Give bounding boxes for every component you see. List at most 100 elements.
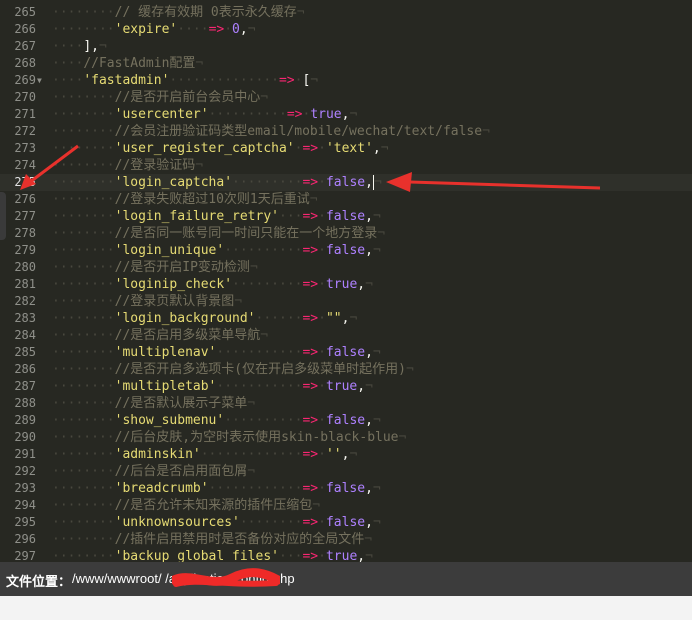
line-number: 294 <box>14 498 36 512</box>
code-line[interactable]: 290 ········//后台皮肤,为空时表示使用skin-black-blue… <box>0 429 692 446</box>
eol-marker: ¬ <box>296 5 305 20</box>
code-text[interactable]: ····//FastAdmin配置¬ <box>52 55 203 72</box>
code-text[interactable]: ········//插件启用禁用时是否备份对应的全局文件¬ <box>52 531 372 548</box>
line-number: 295 <box>14 515 36 529</box>
code-line[interactable]: 289 ········'show_submenu'··········=>·fa… <box>0 412 692 429</box>
code-text[interactable]: ········//是否同一账号同一时间只能在一个地方登录¬ <box>52 225 385 242</box>
line-number: 272 <box>14 124 36 138</box>
code-line[interactable]: 266 ········'expire'····=>·0,¬ <box>0 21 692 38</box>
code-line[interactable]: 280 ········//是否开启IP变动检测¬ <box>0 259 692 276</box>
code-line[interactable]: 286 ········//是否开启多选项卡(仅在开启多级菜单时起作用)¬ <box>0 361 692 378</box>
code-text[interactable]: ········//会员注册验证码类型email/mobile/wechat/t… <box>52 123 490 140</box>
code-token: => <box>302 515 319 530</box>
indent-guide: ········ <box>52 226 115 241</box>
code-text[interactable]: ········'login_unique'··········=>·false… <box>52 242 381 259</box>
code-line[interactable]: 276 ········//登录失败超过10次则1天后重试¬ <box>0 191 692 208</box>
line-number: 285 <box>14 345 36 359</box>
code-token: 'backup_global_files' <box>114 549 279 562</box>
eol-marker: ¬ <box>234 294 243 309</box>
code-line[interactable]: 267 ····],¬ <box>0 38 692 55</box>
indent-guide: ········ <box>52 362 115 377</box>
code-text[interactable]: ········//后台皮肤,为空时表示使用skin-black-blue¬ <box>52 429 406 446</box>
code-line[interactable]: 272 ········//会员注册验证码类型email/mobile/wecha… <box>0 123 692 140</box>
code-text[interactable]: ········//登录页默认背景图¬ <box>52 293 242 310</box>
code-text[interactable]: ········//是否开启前台会员中心¬ <box>52 89 268 106</box>
code-line[interactable]: 269 ▼ ····'fastadmin'··············=>·[¬ <box>0 72 692 89</box>
code-line[interactable]: 295 ········'unknownsources'········=>·fa… <box>0 514 692 531</box>
code-text[interactable]: ········'usercenter'··········=>·true,¬ <box>52 106 357 123</box>
code-text[interactable]: ········'breadcrumb'············=>·false… <box>52 480 381 497</box>
fold-toggle-icon[interactable]: ▼ <box>37 72 42 89</box>
code-token: 'user_register_captcha' <box>114 141 295 156</box>
code-token: · <box>318 345 326 360</box>
code-line[interactable]: 282 ········//登录页默认背景图¬ <box>0 293 692 310</box>
code-token: · <box>224 22 233 37</box>
code-text[interactable]: ········'unknownsources'········=>·false… <box>52 514 381 531</box>
code-text[interactable]: ········'login_background'······=>·"",¬ <box>52 310 357 327</box>
line-number: 271 <box>14 107 36 121</box>
line-number: 269 <box>14 73 36 87</box>
code-text[interactable]: ····'fastadmin'··············=>·[¬ <box>52 72 318 89</box>
line-number: 273 <box>14 141 36 155</box>
code-token: · <box>318 209 326 224</box>
code-text[interactable]: ········//是否默认展示子菜单¬ <box>52 395 255 412</box>
code-line[interactable]: 294 ········//是否允许未知来源的插件压缩包¬ <box>0 497 692 514</box>
code-text[interactable]: ········'login_captcha'·········=>·false… <box>52 174 382 191</box>
code-editor[interactable]: 265 ········// 缓存有效期 0表示永久缓存¬ 266 ········'… <box>0 0 692 562</box>
code-line[interactable]: 278 ········//是否同一账号同一时间只能在一个地方登录¬ <box>0 225 692 242</box>
code-line[interactable]: 291 ········'adminskin'·············=>·''… <box>0 446 692 463</box>
code-text[interactable]: ········'backup_global_files'···=>·true,… <box>52 548 373 562</box>
code-text[interactable]: ········//是否启用多级菜单导航¬ <box>52 327 268 344</box>
code-text[interactable]: ····],¬ <box>52 38 107 55</box>
code-line[interactable]: 285 ········'multiplenav'···········=>·fa… <box>0 344 692 361</box>
code-text[interactable]: ········'adminskin'·············=>·'',¬ <box>52 446 357 463</box>
code-line[interactable]: 279 ········'login_unique'··········=>·fa… <box>0 242 692 259</box>
code-line[interactable]: 284 ········//是否启用多级菜单导航¬ <box>0 327 692 344</box>
indent-guide: ········ <box>52 379 115 394</box>
code-text[interactable]: ········//后台是否启用面包屑¬ <box>52 463 255 480</box>
code-line[interactable]: 271 ········'usercenter'··········=>·true… <box>0 106 692 123</box>
line-number: 282 <box>14 294 36 308</box>
code-line[interactable]: 297 ········'backup_global_files'···=>·tr… <box>0 548 692 562</box>
left-panel-handle[interactable] <box>0 192 6 240</box>
code-line[interactable]: 277 ········'login_failure_retry'···=>·fa… <box>0 208 692 225</box>
code-token: ···· <box>177 22 209 37</box>
code-line[interactable]: 287 ········'multipletab'···········=>·tr… <box>0 378 692 395</box>
code-text[interactable]: ········//登录失败超过10次则1天后重试¬ <box>52 191 318 208</box>
eol-marker: ¬ <box>247 396 256 411</box>
code-line[interactable]: 268 ····//FastAdmin配置¬ <box>0 55 692 72</box>
code-text[interactable]: ········//是否开启多选项卡(仅在开启多级菜单时起作用)¬ <box>52 361 414 378</box>
code-text[interactable]: ········'expire'····=>·0,¬ <box>52 21 256 38</box>
code-line[interactable]: 288 ········//是否默认展示子菜单¬ <box>0 395 692 412</box>
indent-guide: ········ <box>52 447 115 462</box>
eol-marker: ¬ <box>373 175 382 190</box>
code-text[interactable]: ········'multipletab'···········=>·true,… <box>52 378 373 395</box>
code-token: · <box>318 379 326 394</box>
code-text[interactable]: ········// 缓存有效期 0表示永久缓存¬ <box>52 4 305 21</box>
code-line[interactable]: 274 ········//登录验证码¬ <box>0 157 692 174</box>
code-token: 'text' <box>325 141 373 156</box>
code-line[interactable]: 292 ········//后台是否启用面包屑¬ <box>0 463 692 480</box>
code-text[interactable]: ········'login_failure_retry'···=>·false… <box>52 208 381 225</box>
code-line[interactable]: 273 ········'user_register_captcha'·=>·'t… <box>0 140 692 157</box>
code-text[interactable]: ········//是否允许未知来源的插件压缩包¬ <box>52 497 320 514</box>
code-token: //插件启用禁用时是否备份对应的全局文件 <box>114 532 365 547</box>
line-number: 288 <box>14 396 36 410</box>
code-line[interactable]: 281 ········'loginip_check'·········=>·tr… <box>0 276 692 293</box>
code-text[interactable]: ········//登录验证码¬ <box>52 157 203 174</box>
code-line[interactable]: 275 ········'login_captcha'·········=>·fa… <box>0 174 692 191</box>
code-line[interactable]: 296 ········//插件启用禁用时是否备份对应的全局文件¬ <box>0 531 692 548</box>
code-line[interactable]: 293 ········'breadcrumb'············=>·fa… <box>0 480 692 497</box>
code-text[interactable]: ········'loginip_check'·········=>·true,… <box>52 276 373 293</box>
code-line[interactable]: 283 ········'login_background'······=>·""… <box>0 310 692 327</box>
code-text[interactable]: ········'user_register_captcha'·=>·'text… <box>52 140 389 157</box>
code-token: ·········· <box>224 243 303 258</box>
eol-marker: ¬ <box>312 498 321 513</box>
code-text[interactable]: ········'show_submenu'··········=>·false… <box>52 412 381 429</box>
code-text[interactable]: ········//是否开启IP变动检测¬ <box>52 259 258 276</box>
code-line[interactable]: 265 ········// 缓存有效期 0表示永久缓存¬ <box>0 4 692 21</box>
code-line[interactable]: 270 ········//是否开启前台会员中心¬ <box>0 89 692 106</box>
code-text[interactable]: ········'multiplenav'···········=>·false… <box>52 344 381 361</box>
eol-marker: ¬ <box>310 73 319 88</box>
code-token: 'usercenter' <box>114 107 209 122</box>
